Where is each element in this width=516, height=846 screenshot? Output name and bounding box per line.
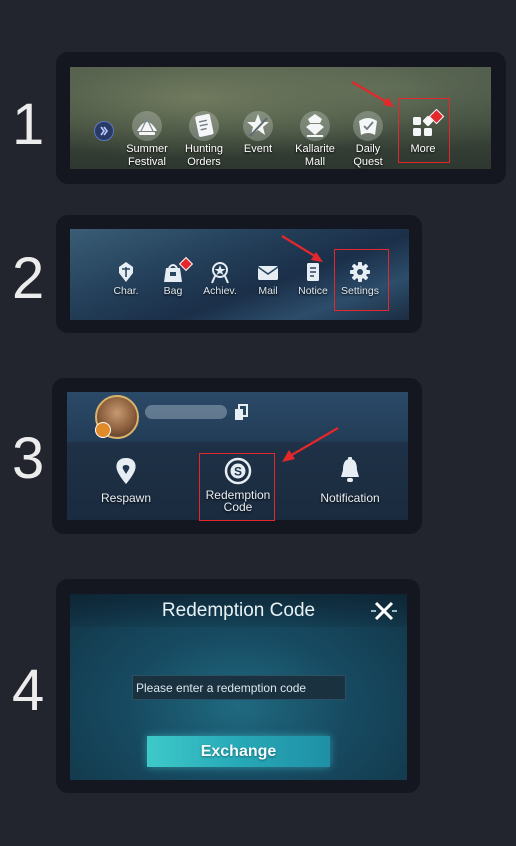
event-button[interactable]: Event [232, 109, 284, 156]
event-label: Event [243, 143, 273, 155]
exchange-button[interactable]: Exchange [147, 736, 330, 767]
pointer-arrow-icon [351, 81, 394, 107]
exchange-label: Exchange [200, 743, 277, 760]
character-button[interactable]: Char. [106, 259, 146, 298]
input-placeholder: Please enter a redemption code [136, 681, 307, 695]
daily-quest-label: Daily Quest [353, 143, 383, 168]
respawn-label: Respawn [100, 491, 152, 505]
expand-chevron-icon[interactable] [94, 121, 114, 141]
step-number-4: 4 [12, 658, 45, 723]
bag-label: Bag [163, 285, 183, 297]
hunting-orders-label: Hunting Orders [185, 143, 223, 168]
notice-label: Notice [298, 285, 328, 297]
highlight-box-settings [334, 249, 389, 311]
step-number-1: 1 [12, 92, 45, 157]
highlight-box-redemption [199, 453, 275, 521]
character-icon [119, 262, 133, 282]
event-icon [243, 111, 273, 141]
copy-icon[interactable] [233, 404, 249, 422]
close-icon[interactable] [370, 598, 398, 624]
summer-festival-button[interactable]: Summer Festival [118, 109, 176, 169]
redemption-code-input[interactable]: Please enter a redemption code [132, 675, 346, 700]
player-name-redacted [145, 405, 227, 419]
daily-quest-icon [353, 111, 383, 141]
summer-festival-icon [132, 111, 162, 141]
kallarite-mall-label: Kallarite Mall [295, 143, 335, 168]
step-number-2: 2 [12, 246, 45, 311]
pointer-arrow-icon [281, 235, 323, 262]
hunting-orders-button[interactable]: Hunting Orders [175, 109, 233, 169]
step-number-3: 3 [12, 426, 45, 491]
level-badge-icon [95, 422, 111, 438]
achievement-icon [211, 262, 229, 284]
step3-profile-bar [67, 392, 408, 442]
respawn-button[interactable]: Respawn [91, 456, 161, 504]
notification-label: Notification [320, 491, 380, 505]
summer-festival-label: Summer Festival [126, 143, 168, 168]
dialog-title: Redemption Code [161, 600, 316, 621]
character-label: Char. [113, 285, 139, 297]
redemption-dialog: Redemption Code Please enter a redemptio… [70, 594, 407, 780]
achievement-button[interactable]: Achiev. [198, 259, 242, 298]
hunting-orders-icon [189, 111, 219, 141]
respawn-pin-icon [116, 458, 136, 484]
pointer-arrow-icon [282, 427, 339, 462]
mail-icon [257, 266, 279, 280]
kallarite-mall-button[interactable]: Kallarite Mall [286, 109, 344, 169]
highlight-box-more [398, 98, 450, 163]
kallarite-mall-icon [300, 111, 330, 141]
daily-quest-button[interactable]: Daily Quest [342, 109, 394, 169]
mail-label: Mail [258, 285, 278, 297]
achievement-label: Achiev. [203, 285, 237, 297]
